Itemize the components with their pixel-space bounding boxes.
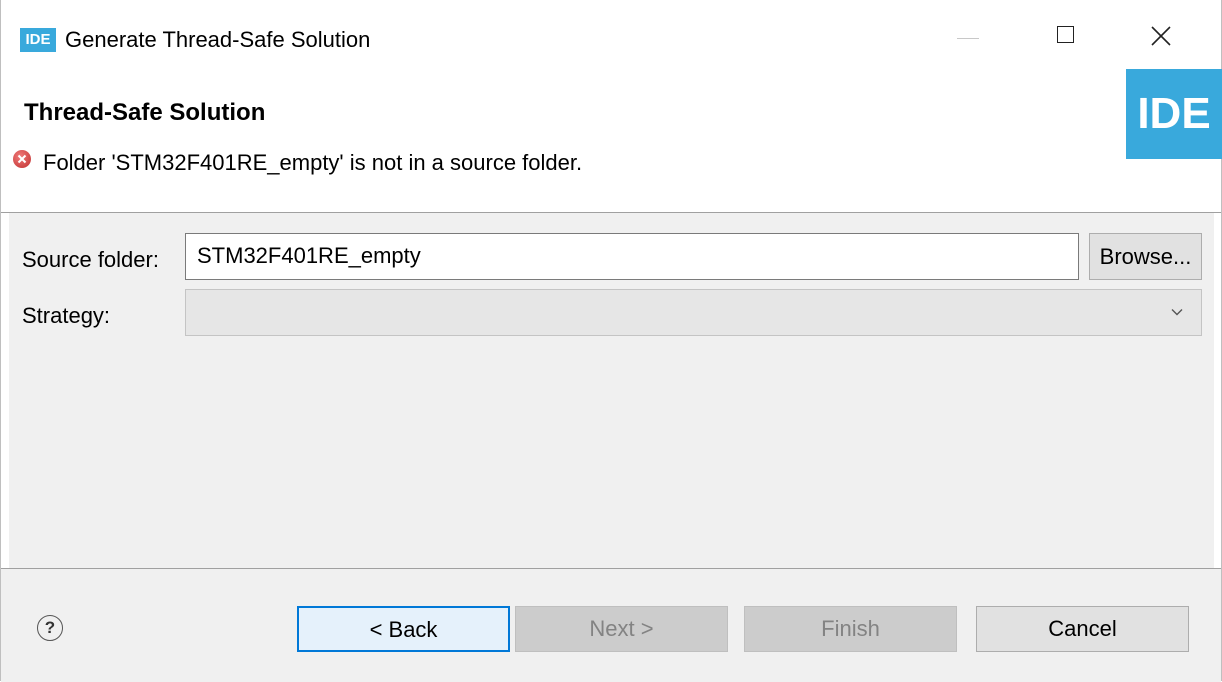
browse-button[interactable]: Browse... xyxy=(1089,233,1202,280)
maximize-icon xyxy=(1057,26,1074,43)
source-folder-label: Source folder: xyxy=(22,247,159,272)
wizard-footer: ? < Back Next > Finish Cancel xyxy=(1,568,1221,682)
chevron-down-icon xyxy=(1171,309,1183,316)
window-title: Generate Thread-Safe Solution xyxy=(65,27,371,52)
close-icon xyxy=(1151,26,1171,46)
wizard-header: Thread-Safe Solution Folder 'STM32F401RE… xyxy=(1,64,1222,213)
finish-button[interactable]: Finish xyxy=(744,606,957,652)
close-button[interactable] xyxy=(1131,16,1191,60)
wizard-content: Source folder: STM32F401RE_empty Browse.… xyxy=(9,213,1214,568)
strategy-label: Strategy: xyxy=(22,303,111,328)
next-button[interactable]: Next > xyxy=(515,606,728,652)
error-icon xyxy=(13,150,31,168)
dialog-window: IDE Generate Thread-Safe Solution Thread… xyxy=(0,0,1222,682)
error-message: Folder 'STM32F401RE_empty' is not in a s… xyxy=(43,150,583,175)
app-logo-icon: IDE xyxy=(20,28,56,52)
minimize-icon xyxy=(957,38,979,39)
help-icon[interactable]: ? xyxy=(37,615,63,641)
strategy-select[interactable] xyxy=(185,289,1202,336)
cancel-button[interactable]: Cancel xyxy=(976,606,1189,652)
page-title: Thread-Safe Solution xyxy=(24,99,266,126)
source-folder-input[interactable]: STM32F401RE_empty xyxy=(185,233,1079,280)
maximize-button[interactable] xyxy=(1035,16,1095,60)
title-bar: IDE Generate Thread-Safe Solution xyxy=(1,0,1221,64)
ide-logo-badge: IDE xyxy=(1126,69,1222,159)
back-button[interactable]: < Back xyxy=(297,606,510,652)
minimize-button[interactable] xyxy=(937,16,997,60)
